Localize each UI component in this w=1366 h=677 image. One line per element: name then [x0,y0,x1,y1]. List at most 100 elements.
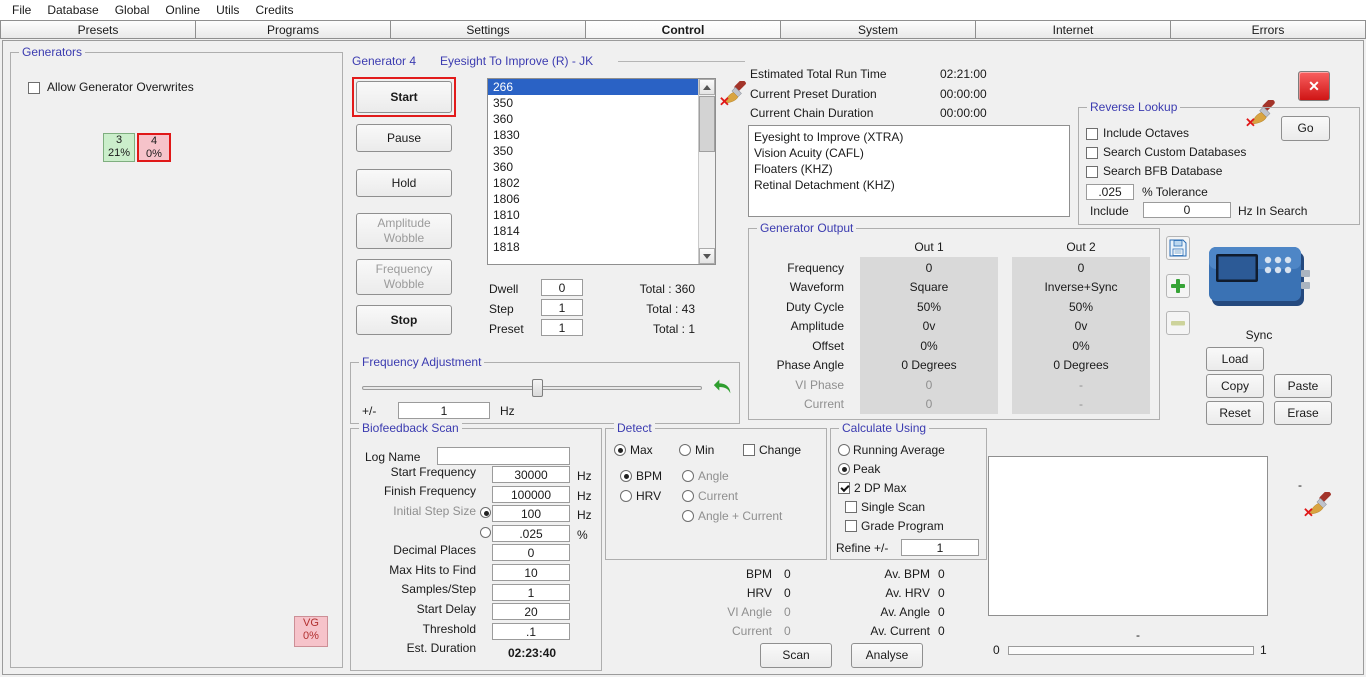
frequency-list-item[interactable]: 1818 [488,239,715,255]
peak-radio[interactable] [838,463,850,475]
generator-4-badge[interactable]: 4 0% [137,133,171,162]
grade-program-label[interactable]: Grade Program [861,519,944,533]
frequency-list-scrollbar[interactable] [698,79,715,264]
search-bfb-database-checkbox[interactable] [1086,166,1098,178]
include-octaves-checkbox[interactable] [1086,128,1098,140]
save-settings-button[interactable] [1166,236,1190,260]
load-button[interactable]: Load [1206,347,1264,371]
clear-graph-button[interactable]: ✕ [1303,491,1334,520]
amplitude-wobble-button[interactable]: Amplitude Wobble [356,213,452,249]
start-button[interactable]: Start [356,81,452,113]
max-hits-input[interactable] [492,564,570,581]
step-input[interactable] [541,299,583,316]
tolerance-input[interactable] [1086,184,1134,200]
frequency-list-item[interactable]: 360 [488,111,715,127]
dwell-input[interactable] [541,279,583,296]
detect-current-radio[interactable] [682,490,694,502]
allow-generator-overwrites-label[interactable]: Allow Generator Overwrites [47,80,194,94]
loaded-programs-list[interactable]: Eyesight to Improve (XTRA) Vision Acuity… [748,125,1070,217]
detect-min-radio[interactable] [679,444,691,456]
remove-button[interactable] [1166,311,1190,335]
detect-hrv-label[interactable]: HRV [636,489,661,503]
menu-global[interactable]: Global [109,1,160,19]
grade-program-checkbox[interactable] [845,520,857,532]
scroll-down-button[interactable] [699,248,715,264]
scan-button[interactable]: Scan [760,643,832,668]
adjustment-amount-input[interactable] [398,402,490,419]
allow-generator-overwrites-checkbox[interactable] [28,82,40,94]
scroll-up-button[interactable] [699,79,715,95]
tab-internet[interactable]: Internet [976,20,1171,39]
detect-hrv-radio[interactable] [620,490,632,502]
stop-button[interactable]: Stop [356,305,452,335]
analyse-button[interactable]: Analyse [851,643,923,668]
frequency-list-item[interactable]: 1802 [488,175,715,191]
peak-label[interactable]: Peak [853,462,880,476]
generator-3-badge[interactable]: 3 21% [103,133,135,162]
pause-button[interactable]: Pause [356,124,452,152]
frequency-list-item[interactable]: 1806 [488,191,715,207]
detect-min-label[interactable]: Min [695,443,714,457]
running-average-label[interactable]: Running Average [853,443,945,457]
erase-button[interactable]: Erase [1274,401,1332,425]
menu-credits[interactable]: Credits [249,1,303,19]
program-list-item[interactable]: Vision Acuity (CAFL) [749,145,1069,161]
scrollbar-thumb[interactable] [699,96,715,152]
undo-adjustment-button[interactable] [710,374,736,400]
include-hz-input[interactable] [1143,202,1231,218]
program-list-item[interactable]: Eyesight to Improve (XTRA) [749,129,1069,145]
menu-file[interactable]: File [6,1,41,19]
detect-max-label[interactable]: Max [630,443,653,457]
menu-database[interactable]: Database [41,1,108,19]
tab-settings[interactable]: Settings [391,20,586,39]
search-custom-databases-label[interactable]: Search Custom Databases [1103,145,1246,159]
program-list-item[interactable]: Retinal Detachment (KHZ) [749,177,1069,193]
detect-current-label[interactable]: Current [698,489,738,503]
detect-angle-label[interactable]: Angle [698,469,729,483]
clear-frequencies-button[interactable]: ✕ [719,80,748,109]
hold-button[interactable]: Hold [356,169,452,197]
vg-badge[interactable]: VG 0% [294,616,328,647]
detect-bpm-label[interactable]: BPM [636,469,662,483]
frequency-wobble-button[interactable]: Frequency Wobble [356,259,452,295]
finish-frequency-input[interactable] [492,486,570,503]
frequency-adjustment-slider-thumb[interactable] [532,379,543,397]
decimal-places-input[interactable] [492,544,570,561]
single-scan-checkbox[interactable] [845,501,857,513]
threshold-input[interactable] [492,623,570,640]
search-custom-databases-checkbox[interactable] [1086,147,1098,159]
copy-button[interactable]: Copy [1206,374,1264,398]
detect-max-radio[interactable] [614,444,626,456]
step-size-hz-radio[interactable] [480,507,491,518]
paste-button[interactable]: Paste [1274,374,1332,398]
detect-bpm-radio[interactable] [620,470,632,482]
preset-input[interactable] [541,319,583,336]
detect-angle-radio[interactable] [682,470,694,482]
graph-range-track[interactable] [1008,646,1254,655]
percent-step-size-input[interactable] [492,525,570,542]
close-button[interactable]: ✕ [1298,71,1330,101]
dp-max-checkbox[interactable] [838,482,850,494]
dp-max-label[interactable]: 2 DP Max [854,481,906,495]
frequency-list[interactable]: 266 350 360 1830 350 360 1802 1806 1810 … [487,78,716,265]
reset-button[interactable]: Reset [1206,401,1264,425]
add-button[interactable] [1166,274,1190,298]
frequency-list-item[interactable]: 1830 [488,127,715,143]
include-octaves-label[interactable]: Include Octaves [1103,126,1189,140]
detect-change-checkbox[interactable] [743,444,755,456]
step-size-percent-radio[interactable] [480,527,491,538]
tab-presets[interactable]: Presets [0,20,196,39]
frequency-list-item[interactable]: 1810 [488,207,715,223]
tab-control[interactable]: Control [586,20,781,39]
running-average-radio[interactable] [838,444,850,456]
tab-errors[interactable]: Errors [1171,20,1366,39]
frequency-list-item-selected[interactable]: 266 [488,79,715,95]
go-button[interactable]: Go [1281,116,1330,141]
search-bfb-database-label[interactable]: Search BFB Database [1103,164,1222,178]
frequency-list-item[interactable]: 350 [488,143,715,159]
initial-step-size-input[interactable] [492,505,570,522]
tab-system[interactable]: System [781,20,976,39]
start-frequency-input[interactable] [492,466,570,483]
detect-change-label[interactable]: Change [759,443,801,457]
frequency-list-item[interactable]: 1814 [488,223,715,239]
